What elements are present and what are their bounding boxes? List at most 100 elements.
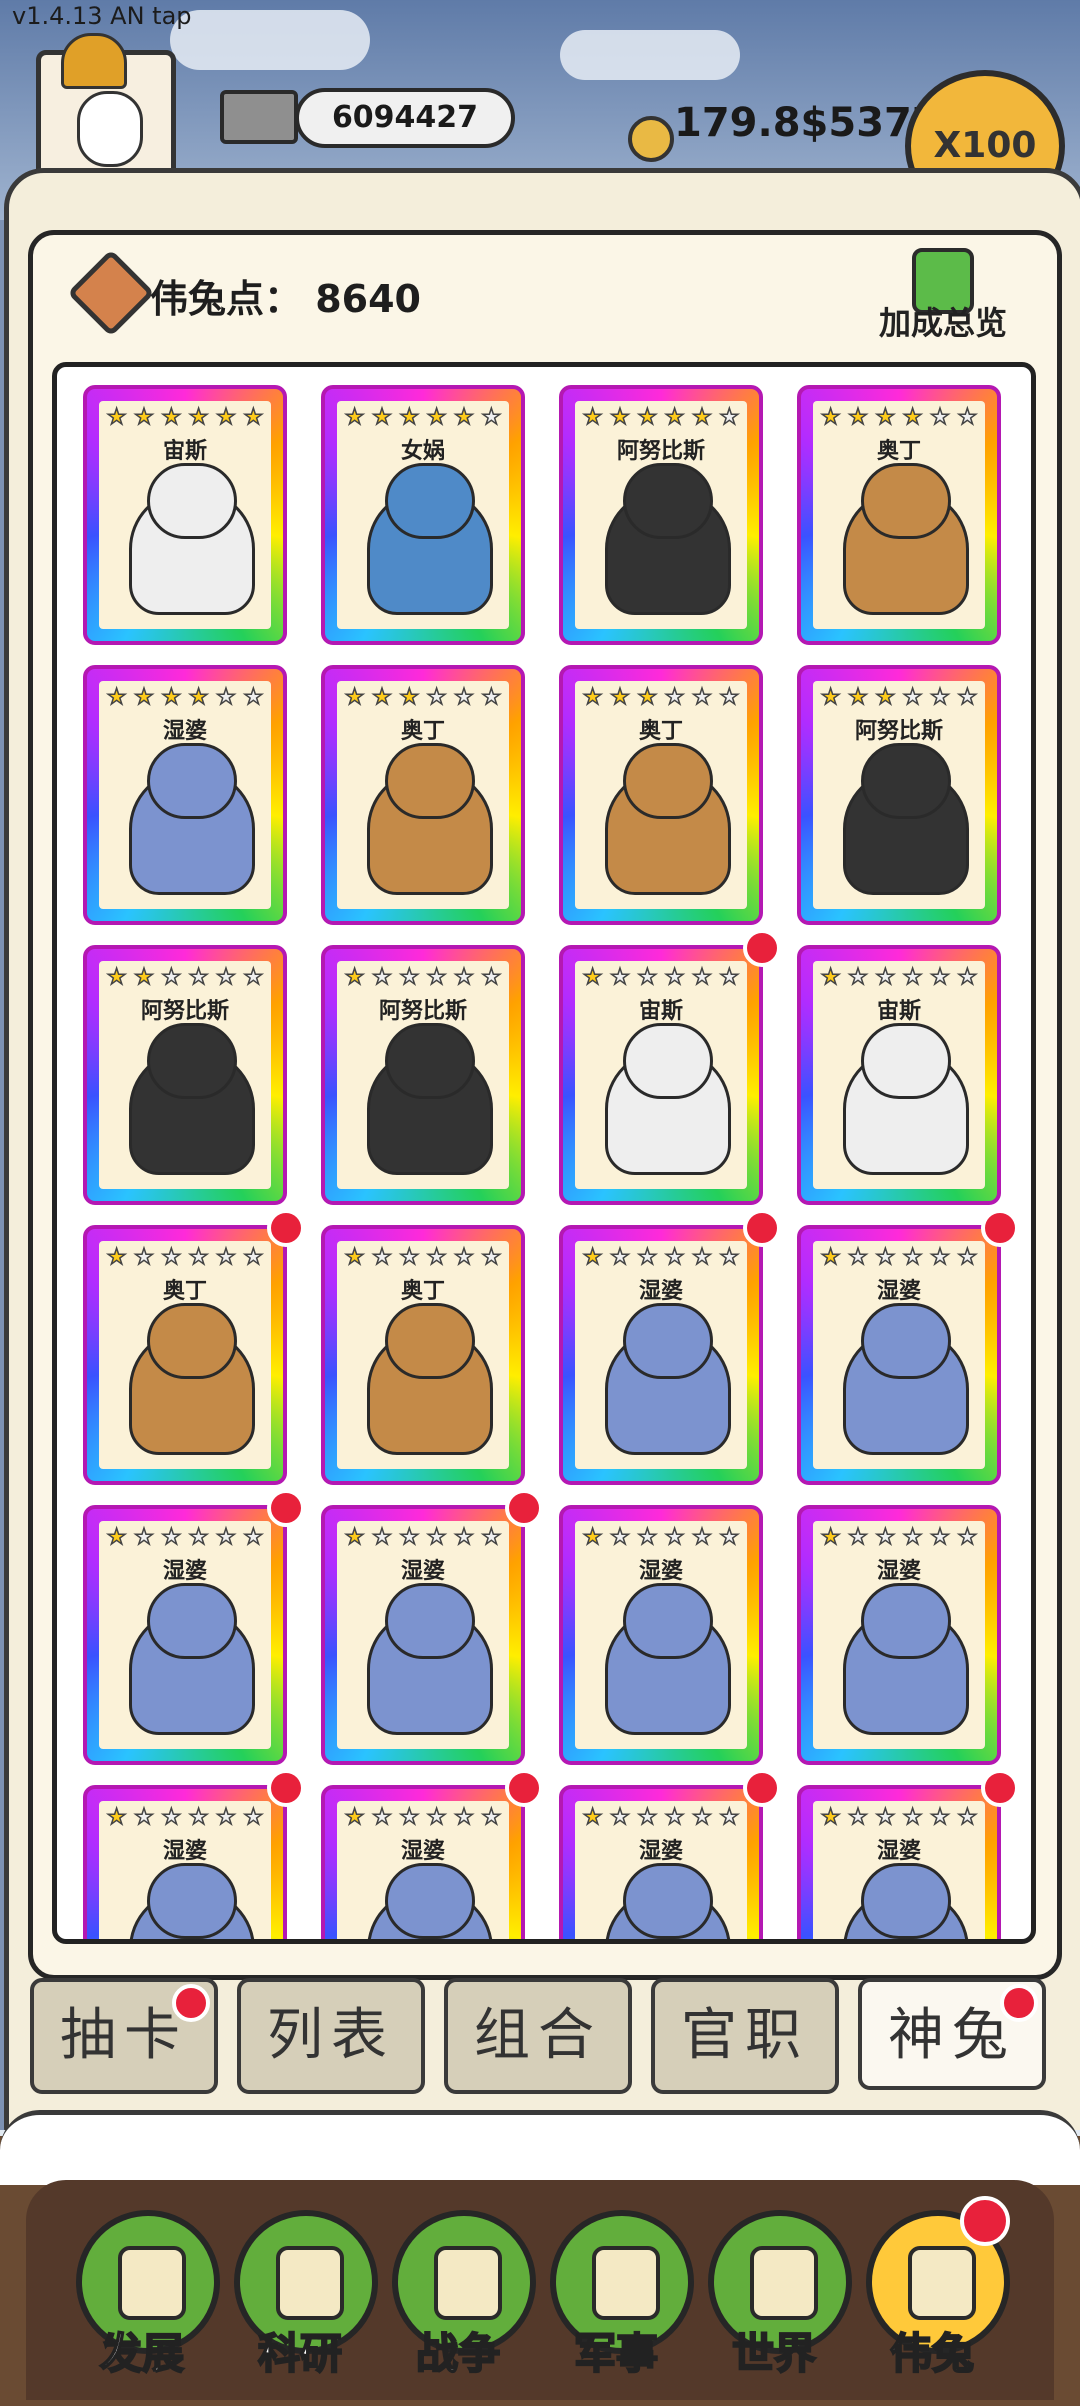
nav-label: 科研 — [257, 2328, 343, 2379]
star-icon: ★ — [609, 964, 630, 991]
god-card[interactable]: ★ ★ ★ ★ ★ ★ 宙斯 — [83, 385, 287, 645]
card-face: ★ ★ ★ ★ ★ ★ 女娲 — [337, 401, 509, 629]
rabbit-face-icon — [77, 91, 143, 167]
card-name: 湿婆 — [400, 1559, 445, 1584]
star-icon: ★ — [215, 1804, 236, 1831]
god-card[interactable]: ★ ★ ★ ★ ★ ★ 奥丁 — [797, 385, 1001, 645]
star-icon: ★ — [399, 684, 420, 711]
card-name: 宙斯 — [638, 999, 683, 1024]
god-card[interactable]: ★ ★ ★ ★ ★ ★ 奥丁 — [83, 1225, 287, 1485]
bonus-overview-button[interactable]: 加成总览 — [868, 298, 1018, 344]
god-card[interactable]: ★ ★ ★ ★ ★ ★ 阿努比斯 — [559, 385, 763, 645]
tab-1[interactable]: 列表 — [237, 1978, 425, 2094]
star-icon: ★ — [875, 1804, 896, 1831]
star-rating: ★ ★ ★ ★ ★ ★ — [103, 964, 267, 991]
star-icon: ★ — [875, 964, 896, 991]
god-card[interactable]: ★ ★ ★ ★ ★ ★ 女娲 — [321, 385, 525, 645]
star-icon: ★ — [453, 1804, 474, 1831]
god-card[interactable]: ★ ★ ★ ★ ★ ★ 阿努比斯 — [83, 945, 287, 1205]
star-icon: ★ — [691, 684, 712, 711]
star-icon: ★ — [847, 404, 868, 431]
star-rating: ★ ★ ★ ★ ★ ★ — [817, 684, 981, 711]
star-rating: ★ ★ ★ ★ ★ ★ — [341, 964, 505, 991]
star-rating: ★ ★ ★ ★ ★ ★ — [341, 404, 505, 431]
star-icon: ★ — [243, 1244, 264, 1271]
star-rating: ★ ★ ★ ★ ★ ★ — [817, 1524, 981, 1551]
star-icon: ★ — [481, 1524, 502, 1551]
star-icon: ★ — [453, 1524, 474, 1551]
star-icon: ★ — [106, 404, 127, 431]
star-icon: ★ — [691, 1244, 712, 1271]
god-card[interactable]: ★ ★ ★ ★ ★ ★ 湿婆 — [83, 1785, 287, 1939]
rabbit-portrait-icon — [908, 2246, 976, 2320]
star-icon: ★ — [371, 1804, 392, 1831]
god-card[interactable]: ★ ★ ★ ★ ★ ★ 湿婆 — [559, 1505, 763, 1765]
star-icon: ★ — [215, 964, 236, 991]
star-icon: ★ — [481, 1244, 502, 1271]
card-face: ★ ★ ★ ★ ★ ★ 湿婆 — [575, 1801, 747, 1939]
card-face: ★ ★ ★ ★ ★ ★ 阿努比斯 — [337, 961, 509, 1189]
star-icon: ★ — [929, 964, 950, 991]
star-icon: ★ — [426, 964, 447, 991]
star-icon: ★ — [426, 404, 447, 431]
card-face: ★ ★ ★ ★ ★ ★ 湿婆 — [575, 1521, 747, 1749]
tab-3[interactable]: 官职 — [651, 1978, 839, 2094]
star-icon: ★ — [929, 1244, 950, 1271]
star-icon: ★ — [453, 404, 474, 431]
card-face: ★ ★ ★ ★ ★ ★ 阿努比斯 — [575, 401, 747, 629]
star-icon: ★ — [820, 684, 841, 711]
star-icon: ★ — [637, 684, 658, 711]
god-card[interactable]: ★ ★ ★ ★ ★ ★ 阿努比斯 — [321, 945, 525, 1205]
star-icon: ★ — [133, 404, 154, 431]
god-card[interactable]: ★ ★ ★ ★ ★ ★ 湿婆 — [321, 1505, 525, 1765]
star-icon: ★ — [902, 1244, 923, 1271]
god-card[interactable]: ★ ★ ★ ★ ★ ★ 湿婆 — [559, 1785, 763, 1939]
god-card[interactable]: ★ ★ ★ ★ ★ ★ 奥丁 — [559, 665, 763, 925]
star-icon: ★ — [426, 684, 447, 711]
card-face: ★ ★ ★ ★ ★ ★ 奥丁 — [337, 1241, 509, 1469]
notification-dot — [505, 1489, 543, 1527]
card-face: ★ ★ ★ ★ ★ ★ 湿婆 — [99, 1801, 271, 1939]
god-card[interactable]: ★ ★ ★ ★ ★ ★ 宙斯 — [797, 945, 1001, 1205]
god-card[interactable]: ★ ★ ★ ★ ★ ★ 湿婆 — [83, 1505, 287, 1765]
cloud — [560, 30, 740, 80]
snow-decoration — [0, 2110, 1080, 2185]
character-head — [147, 1583, 237, 1659]
star-rating: ★ ★ ★ ★ ★ ★ — [341, 1244, 505, 1271]
card-face: ★ ★ ★ ★ ★ ★ 宙斯 — [99, 401, 271, 629]
globe-icon — [750, 2246, 818, 2320]
god-card[interactable]: ★ ★ ★ ★ ★ ★ 湿婆 — [559, 1225, 763, 1485]
god-card[interactable]: ★ ★ ★ ★ ★ ★ 湿婆 — [797, 1505, 1001, 1765]
god-card[interactable]: ★ ★ ★ ★ ★ ★ 湿婆 — [321, 1785, 525, 1939]
star-icon: ★ — [399, 964, 420, 991]
star-icon: ★ — [820, 1804, 841, 1831]
god-card[interactable]: ★ ★ ★ ★ ★ ★ 湿婆 — [83, 665, 287, 925]
crown-icon — [61, 33, 127, 89]
character-head — [385, 463, 475, 539]
star-icon: ★ — [371, 1244, 392, 1271]
tab-2[interactable]: 组合 — [444, 1978, 632, 2094]
card-face: ★ ★ ★ ★ ★ ★ 湿婆 — [99, 1521, 271, 1749]
god-card[interactable]: ★ ★ ★ ★ ★ ★ 湿婆 — [797, 1785, 1001, 1939]
card-name: 奥丁 — [876, 439, 921, 464]
god-card[interactable]: ★ ★ ★ ★ ★ ★ 奥丁 — [321, 1225, 525, 1485]
star-icon: ★ — [344, 684, 365, 711]
god-card[interactable]: ★ ★ ★ ★ ★ ★ 阿努比斯 — [797, 665, 1001, 925]
star-icon: ★ — [399, 1244, 420, 1271]
card-face: ★ ★ ★ ★ ★ ★ 阿努比斯 — [813, 681, 985, 909]
star-icon: ★ — [133, 964, 154, 991]
god-card[interactable]: ★ ★ ★ ★ ★ ★ 奥丁 — [321, 665, 525, 925]
star-icon: ★ — [637, 1244, 658, 1271]
star-rating: ★ ★ ★ ★ ★ ★ — [817, 1804, 981, 1831]
notification-dot — [981, 1769, 1019, 1807]
star-icon: ★ — [215, 1244, 236, 1271]
nav-label: 战争 — [415, 2328, 501, 2379]
star-rating: ★ ★ ★ ★ ★ ★ — [817, 964, 981, 991]
character-head — [385, 743, 475, 819]
god-card[interactable]: ★ ★ ★ ★ ★ ★ 湿婆 — [797, 1225, 1001, 1485]
god-card[interactable]: ★ ★ ★ ★ ★ ★ 宙斯 — [559, 945, 763, 1205]
star-rating: ★ ★ ★ ★ ★ ★ — [341, 684, 505, 711]
notification-dot — [267, 1769, 305, 1807]
star-icon: ★ — [582, 684, 603, 711]
star-icon: ★ — [106, 1804, 127, 1831]
